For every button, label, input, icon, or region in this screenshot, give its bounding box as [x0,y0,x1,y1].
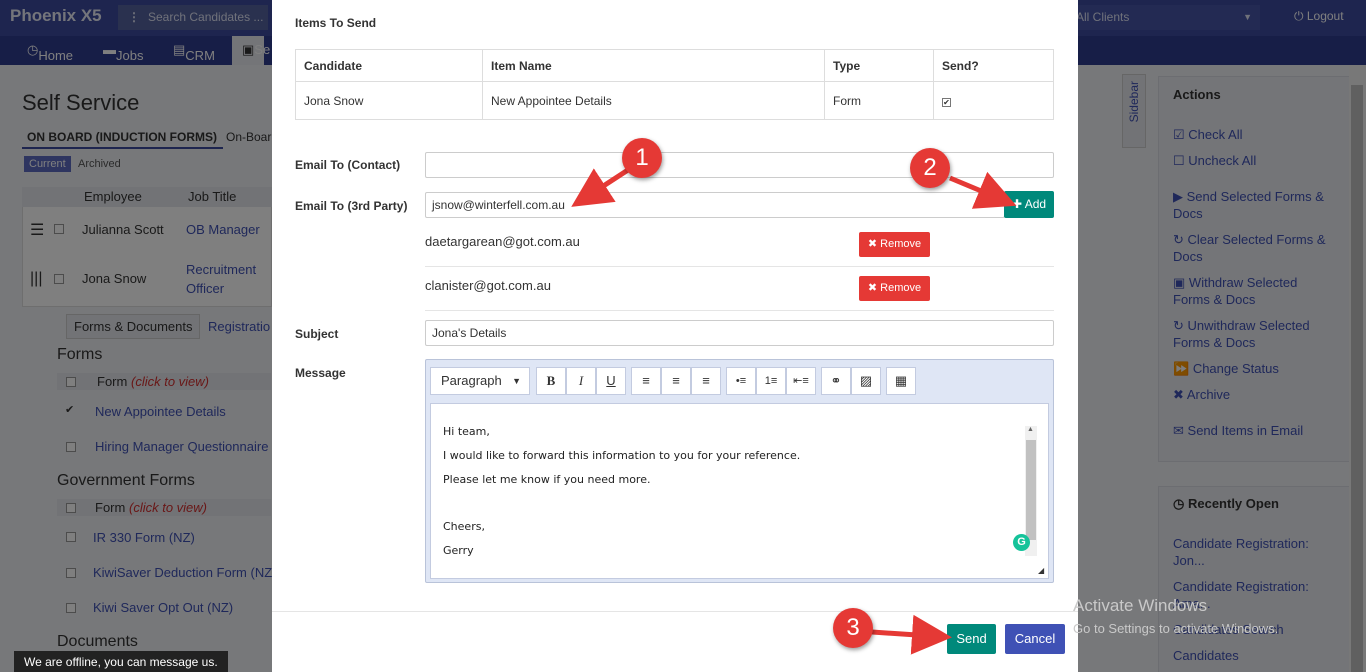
offline-chat-badge[interactable]: We are offline, you can message us. [14,651,228,672]
annotation-marker-1: 1 [622,138,662,178]
annotation-marker-2: 2 [910,148,950,188]
annotation-arrow-3 [871,614,952,655]
annotation-arrows [571,165,1017,655]
activate-windows-subtext: Go to Settings to activate Windows. [1073,621,1279,636]
annotation-arrow-2 [949,171,1017,209]
annotation-arrow-1 [571,165,633,207]
activate-windows-watermark: Activate Windows [1073,596,1208,615]
annotation-marker-3: 3 [833,608,873,648]
